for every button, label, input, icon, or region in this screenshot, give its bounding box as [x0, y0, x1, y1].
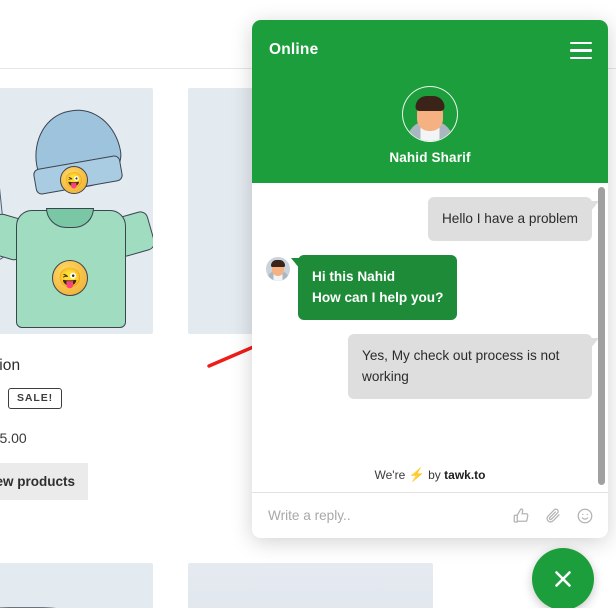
thumbs-up-icon[interactable]: [512, 507, 530, 525]
product-illustration: 😜 😜: [0, 88, 153, 334]
lightning-bolt-icon: ⚡: [408, 467, 425, 482]
reply-input[interactable]: [268, 508, 512, 523]
emoji-icon[interactable]: [576, 507, 594, 525]
chat-widget: Online Nahid Sharif Hello I have a probl…: [252, 20, 608, 538]
branding-name: tawk.to: [444, 468, 486, 482]
chat-message-list[interactable]: Hello I have a problem Hi this Nahid How…: [252, 183, 608, 492]
agent-message-bubble: Hi this Nahid How can I help you?: [290, 255, 458, 321]
chat-composer: [252, 492, 608, 538]
sale-badge: SALE!: [8, 388, 62, 409]
agent-message-line-1: Hi this Nahid: [312, 269, 396, 285]
close-icon: [555, 571, 571, 587]
agent-status-label: Online: [269, 41, 319, 58]
product-price: 3.00 – ৳ 45.00: [0, 430, 27, 446]
composer-icons: [512, 507, 594, 525]
visitor-message-bubble: Yes, My check out process is not working: [348, 334, 599, 400]
visitor-message-bubble: Hello I have a problem: [427, 197, 600, 242]
hamburger-menu-icon[interactable]: [570, 42, 592, 59]
chat-message-row: Yes, My check out process is not working: [266, 334, 599, 400]
agent-mini-avatar: [266, 257, 290, 282]
product-card-bottom-right[interactable]: [188, 563, 433, 608]
agent-avatar: [402, 86, 458, 142]
chat-scrollbar[interactable]: [598, 187, 605, 485]
product-title: o Collection: [0, 357, 21, 374]
product-card-bottom-left[interactable]: [0, 563, 153, 608]
agent-message-line-2: How can I help you?: [312, 290, 444, 306]
wink-emoji-icon: 😜: [60, 166, 88, 194]
tawk-branding[interactable]: We're ⚡ by tawk.to: [252, 467, 608, 483]
chat-launcher-close-button[interactable]: [532, 548, 594, 608]
view-products-button[interactable]: ew products: [0, 463, 88, 500]
chat-header: Online Nahid Sharif: [252, 20, 608, 183]
agent-name: Nahid Sharif: [389, 150, 471, 165]
chat-message-row: Hi this Nahid How can I help you?: [266, 255, 592, 321]
screen: 😜 😜 o Collection SALE! 3.00 – ৳ 45.00 ew…: [0, 0, 616, 608]
wink-emoji-icon: 😜: [52, 260, 88, 296]
chat-message-row: Hello I have a problem: [266, 197, 600, 242]
product-card-image[interactable]: 😜 😜: [0, 88, 153, 334]
agent-identity: Nahid Sharif: [252, 86, 608, 165]
branding-middle: by: [428, 468, 441, 482]
branding-prefix: We're: [374, 468, 406, 482]
paperclip-icon[interactable]: [544, 507, 562, 525]
